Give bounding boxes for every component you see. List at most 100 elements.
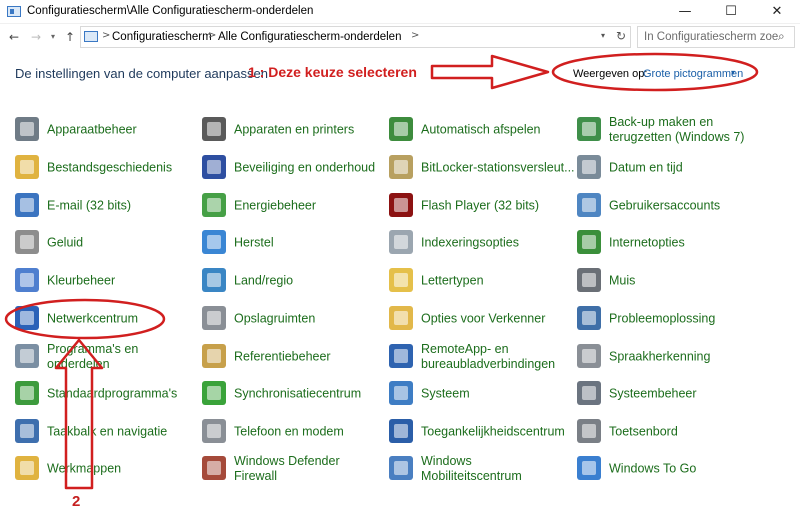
control-panel-item-label[interactable]: BitLocker-stationsversleut... — [421, 161, 575, 176]
close-button[interactable]: ✕ — [754, 0, 800, 24]
control-panel-item[interactable]: Datum en tijd — [577, 150, 757, 186]
recent-locations-chevron-icon[interactable]: ▾ — [45, 28, 61, 46]
control-panel-item-label[interactable]: RemoteApp- en bureaubladverbindingen — [421, 342, 555, 372]
control-panel-item[interactable]: Synchronisatiecentrum — [202, 376, 382, 412]
control-panel-item-label[interactable]: Muis — [609, 274, 635, 289]
control-panel-item-label[interactable]: Bestandsgeschiedenis — [47, 161, 172, 176]
control-panel-item[interactable]: RemoteApp- en bureaubladverbindingen — [389, 339, 569, 375]
minimize-button[interactable]: — — [662, 0, 708, 24]
control-panel-item-label[interactable]: Taakbalk en navigatie — [47, 425, 167, 440]
control-panel-item[interactable]: Lettertypen — [389, 263, 569, 299]
control-panel-item[interactable]: Standaardprogramma's — [15, 376, 195, 412]
control-panel-item-label[interactable]: Geluid — [47, 236, 83, 251]
control-panel-item-label[interactable]: Toetsenbord — [609, 425, 678, 440]
breadcrumb-control-panel[interactable]: Configuratiescherm — [112, 31, 212, 43]
control-panel-item[interactable]: BitLocker-stationsversleut... — [389, 150, 575, 186]
control-panel-item-label[interactable]: Kleurbeheer — [47, 274, 115, 289]
control-panel-item-label[interactable]: Windows To Go — [609, 462, 696, 477]
control-panel-item[interactable]: Internetopties — [577, 225, 757, 261]
control-panel-item-label[interactable]: Spraakherkenning — [609, 350, 710, 365]
control-panel-item[interactable]: Taakbalk en navigatie — [15, 414, 195, 450]
control-panel-item[interactable]: Muis — [577, 263, 757, 299]
control-panel-item[interactable]: Spraakherkenning — [577, 339, 757, 375]
address-bar[interactable]: > Configuratiescherm > Alle Configuratie… — [80, 26, 631, 48]
control-panel-item[interactable]: Toegankelijkheidscentrum — [389, 414, 569, 450]
control-panel-item[interactable]: Toetsenbord — [577, 414, 757, 450]
control-panel-item[interactable]: Kleurbeheer — [15, 263, 195, 299]
search-icon[interactable]: ⌕ — [778, 29, 785, 44]
control-panel-item[interactable]: Gebruikersaccounts — [577, 188, 757, 224]
search-input[interactable] — [638, 27, 778, 47]
control-panel-item-label[interactable]: Werkmappen — [47, 462, 121, 477]
control-panel-item[interactable]: Herstel — [202, 225, 382, 261]
control-panel-item-label[interactable]: Netwerkcentrum — [47, 312, 138, 327]
view-by-chevron-icon[interactable]: ▾ — [731, 68, 735, 77]
forward-arrow-icon[interactable]: → — [28, 28, 44, 46]
control-panel-item[interactable]: Indexeringsopties — [389, 225, 569, 261]
control-panel-item[interactable]: Windows To Go — [577, 451, 757, 487]
control-panel-item[interactable]: E-mail (32 bits) — [15, 188, 195, 224]
control-panel-item[interactable]: Energiebeheer — [202, 188, 382, 224]
view-by-dropdown[interactable]: Grote pictogrammen — [643, 68, 743, 80]
control-panel-item[interactable]: Beveiliging en onderhoud — [202, 150, 382, 186]
maximize-button[interactable]: ☐ — [708, 0, 754, 24]
control-panel-item[interactable]: Geluid — [15, 225, 195, 261]
control-panel-item-label[interactable]: Windows Defender Firewall — [234, 454, 340, 484]
refresh-icon[interactable]: ↻ — [616, 29, 626, 43]
control-panel-item-label[interactable]: Lettertypen — [421, 274, 484, 289]
control-panel-item[interactable]: Opties voor Verkenner — [389, 301, 569, 337]
control-panel-item-label[interactable]: Telefoon en modem — [234, 425, 344, 440]
control-panel-item[interactable]: Land/regio — [202, 263, 382, 299]
control-panel-item-label[interactable]: Systeembeheer — [609, 387, 697, 402]
address-dropdown-icon[interactable]: ▾ — [601, 31, 605, 40]
control-panel-item-label[interactable]: Apparaatbeheer — [47, 123, 137, 138]
control-panel-item-label[interactable]: Land/regio — [234, 274, 293, 289]
control-panel-item-label[interactable]: Standaardprogramma's — [47, 387, 177, 402]
control-panel-item[interactable]: Windows Mobiliteitscentrum — [389, 451, 569, 487]
control-panel-item-label[interactable]: Opslagruimten — [234, 312, 315, 327]
breadcrumb-separator-icon[interactable]: > — [102, 30, 110, 41]
control-panel-item[interactable]: Systeem — [389, 376, 569, 412]
control-panel-item[interactable]: Apparaten en printers — [202, 112, 382, 148]
control-panel-item-label[interactable]: Synchronisatiecentrum — [234, 387, 361, 402]
control-panel-item-label[interactable]: Indexeringsopties — [421, 236, 519, 251]
control-panel-item[interactable]: Automatisch afspelen — [389, 112, 569, 148]
control-panel-item[interactable]: Telefoon en modem — [202, 414, 382, 450]
breadcrumb-separator-icon[interactable]: > — [208, 30, 216, 41]
back-arrow-icon[interactable]: ← — [6, 28, 22, 46]
control-panel-item-label[interactable]: E-mail (32 bits) — [47, 199, 131, 214]
control-panel-item-label[interactable]: Referentiebeheer — [234, 350, 331, 365]
control-panel-item-label[interactable]: Gebruikersaccounts — [609, 199, 720, 214]
control-panel-item-label[interactable]: Internetopties — [609, 236, 685, 251]
control-panel-item-label[interactable]: Probleemoplossing — [609, 312, 715, 327]
control-panel-item[interactable]: Probleemoplossing — [577, 301, 757, 337]
control-panel-item-label[interactable]: Systeem — [421, 387, 470, 402]
control-panel-item[interactable]: Systeembeheer — [577, 376, 757, 412]
breadcrumb-all-items[interactable]: Alle Configuratiescherm-onderdelen — [218, 31, 401, 43]
control-panel-item-label[interactable]: Back-up maken en terugzetten (Windows 7) — [609, 115, 744, 145]
control-panel-item[interactable]: Flash Player (32 bits) — [389, 188, 569, 224]
control-panel-item[interactable]: Bestandsgeschiedenis — [15, 150, 195, 186]
control-panel-item-label[interactable]: Energiebeheer — [234, 199, 316, 214]
up-arrow-icon[interactable]: ↑ — [62, 28, 78, 46]
control-panel-item-label[interactable]: Toegankelijkheidscentrum — [421, 425, 565, 440]
control-panel-item[interactable]: Opslagruimten — [202, 301, 382, 337]
breadcrumb-separator-icon[interactable]: > — [411, 30, 419, 41]
control-panel-item[interactable]: Apparaatbeheer — [15, 112, 195, 148]
control-panel-item[interactable]: Referentiebeheer — [202, 339, 382, 375]
control-panel-item-label[interactable]: Flash Player (32 bits) — [421, 199, 539, 214]
search-box[interactable]: ⌕ — [637, 26, 795, 48]
control-panel-item-label[interactable]: Herstel — [234, 236, 274, 251]
control-panel-item-label[interactable]: Windows Mobiliteitscentrum — [421, 454, 522, 484]
control-panel-item[interactable]: Back-up maken en terugzetten (Windows 7) — [577, 112, 757, 148]
control-panel-item-label[interactable]: Automatisch afspelen — [421, 123, 541, 138]
control-panel-item[interactable]: Werkmappen — [15, 451, 195, 487]
control-panel-item-label[interactable]: Beveiliging en onderhoud — [234, 161, 375, 176]
control-panel-item-label[interactable]: Datum en tijd — [609, 161, 683, 176]
control-panel-item-label[interactable]: Opties voor Verkenner — [421, 312, 545, 327]
control-panel-item[interactable]: Programma's en onderdelen — [15, 339, 195, 375]
control-panel-item-label[interactable]: Programma's en onderdelen — [47, 342, 138, 372]
control-panel-item-label[interactable]: Apparaten en printers — [234, 123, 354, 138]
control-panel-item[interactable]: Windows Defender Firewall — [202, 451, 382, 487]
control-panel-item[interactable]: Netwerkcentrum — [15, 301, 195, 337]
